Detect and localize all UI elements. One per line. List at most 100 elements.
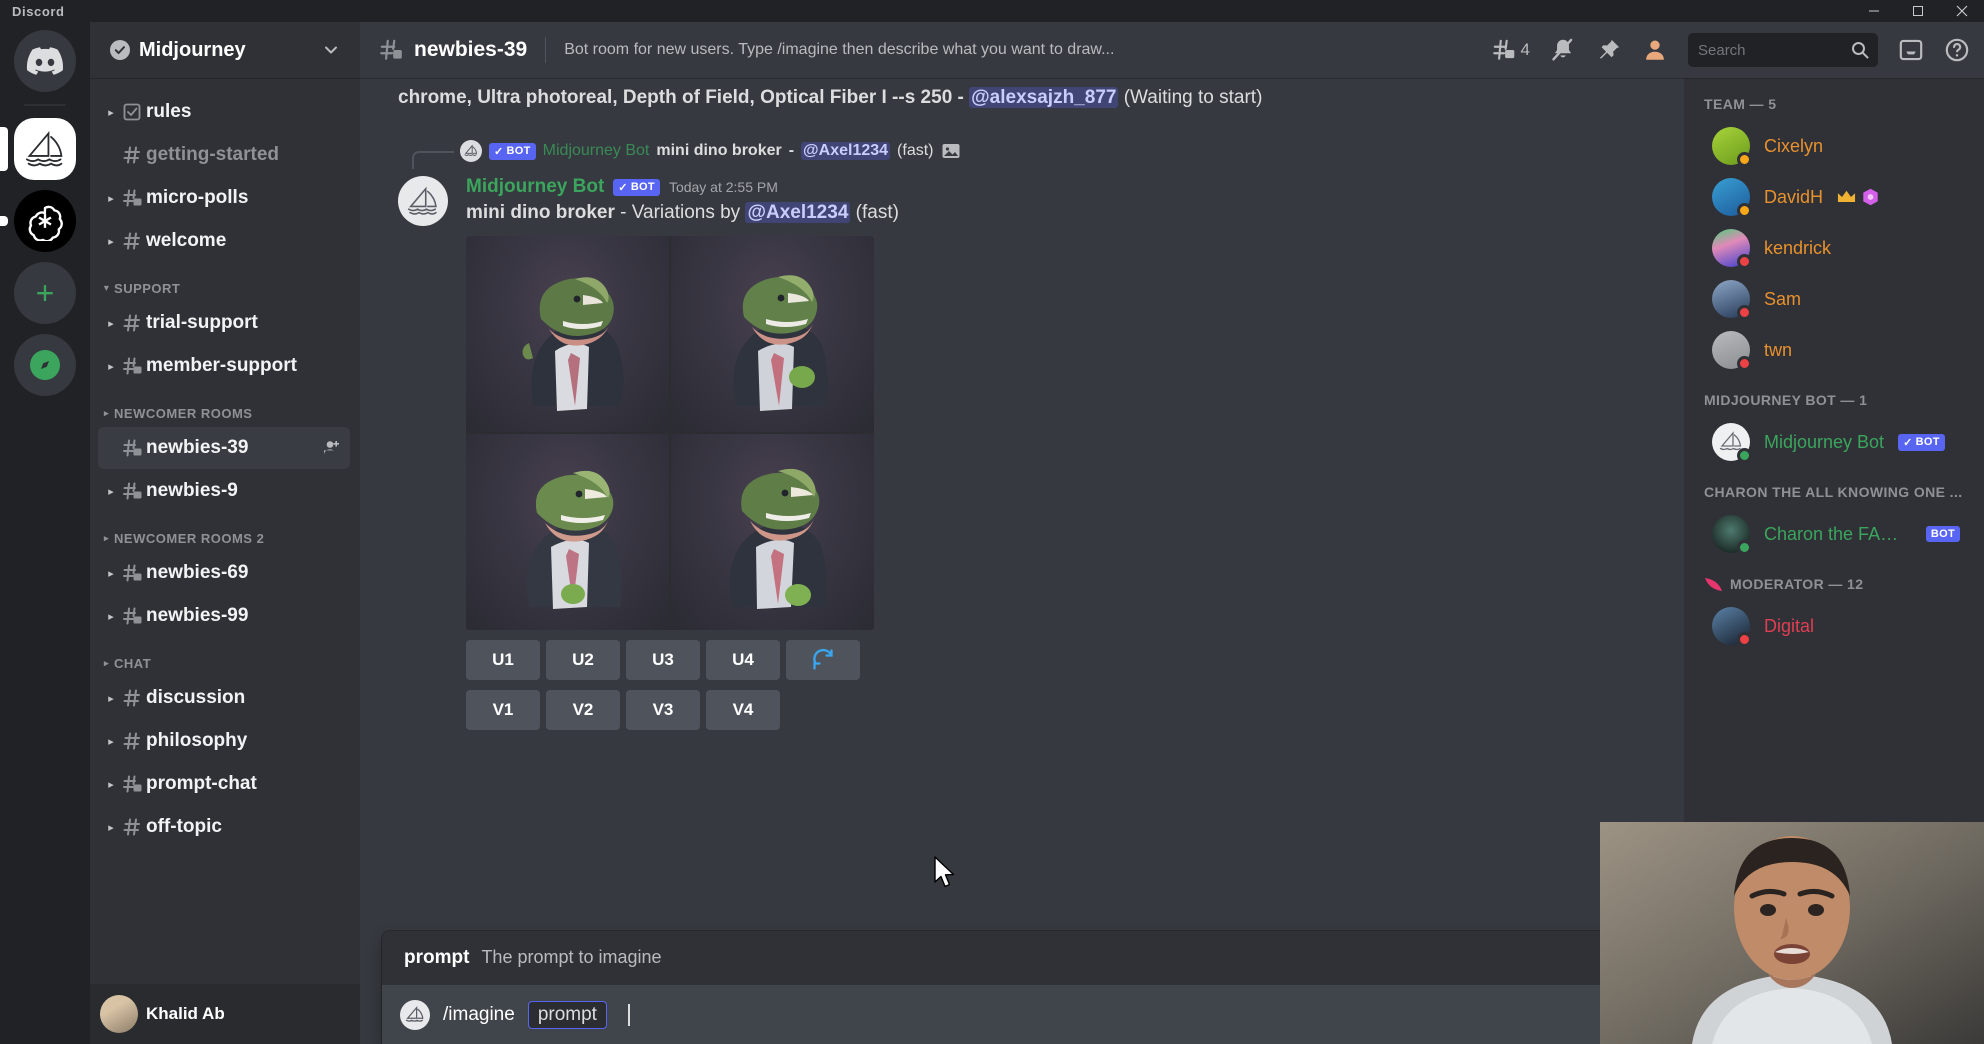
- maximize-button[interactable]: [1896, 0, 1940, 22]
- grid-cell-3[interactable]: [466, 434, 669, 630]
- member-row-cixelyn[interactable]: Cixelyn: [1692, 121, 1976, 171]
- upscale-3-button[interactable]: U3: [626, 640, 700, 680]
- minimize-button[interactable]: [1852, 0, 1896, 22]
- grid-cell-4[interactable]: [671, 434, 874, 630]
- guild-header-button[interactable]: Midjourney: [90, 22, 360, 78]
- variation-1-button[interactable]: V1: [466, 690, 540, 730]
- variation-4-button[interactable]: V4: [706, 690, 780, 730]
- message-prompt-text: mini dino broker: [466, 202, 615, 223]
- member-row-sam[interactable]: Sam: [1692, 274, 1976, 324]
- message-composer[interactable]: /imagine prompt 😃: [382, 986, 1662, 1044]
- search-icon: [1850, 40, 1870, 60]
- members-icon: [1642, 37, 1668, 63]
- avatar[interactable]: [1712, 515, 1752, 555]
- variation-3-button[interactable]: V3: [626, 690, 700, 730]
- upscale-4-button[interactable]: U4: [706, 640, 780, 680]
- sidebar-channel-newbies-69[interactable]: ▸ newbies-69: [98, 552, 350, 594]
- avatar[interactable]: [1712, 423, 1752, 463]
- avatar[interactable]: [1712, 607, 1752, 647]
- bell-off-icon: [1550, 37, 1576, 63]
- reply-reference[interactable]: ✓ BOT Midjourney Bot mini dino broker - @…: [360, 138, 1684, 169]
- channel-category-support[interactable]: ▸ SUPPORT: [90, 263, 360, 301]
- gem-icon: [1862, 188, 1879, 206]
- sidebar-channel-rules[interactable]: ▸ rules: [98, 91, 350, 133]
- reply-author-name[interactable]: Midjourney Bot: [543, 142, 650, 160]
- verified-check-icon: [110, 40, 130, 60]
- member-row-twn[interactable]: twn: [1692, 325, 1976, 375]
- search-input[interactable]: [1698, 41, 1850, 59]
- member-row-digital[interactable]: Digital: [1692, 601, 1976, 651]
- sidebar-channel-trial-support[interactable]: ▸ trial-support: [98, 302, 350, 344]
- notification-settings-button[interactable]: [1550, 37, 1576, 63]
- reply-speed-label: (fast): [897, 142, 934, 159]
- avatar[interactable]: [1712, 127, 1752, 167]
- mention-user[interactable]: @Axel1234: [801, 142, 891, 160]
- rail-item-add-server[interactable]: +: [14, 262, 76, 324]
- sidebar-channel-newbies-9[interactable]: ▸ newbies-9: [98, 470, 350, 512]
- slash-command-label: /imagine: [443, 1004, 515, 1025]
- member-row-davidh[interactable]: DavidH: [1692, 172, 1976, 222]
- status-badge: [1737, 203, 1752, 218]
- search-box[interactable]: [1688, 33, 1878, 67]
- command-argument-chip[interactable]: prompt: [527, 1001, 607, 1029]
- grid-cell-2[interactable]: [671, 236, 874, 432]
- variation-2-button[interactable]: V2: [546, 690, 620, 730]
- rail-selected-pill: [0, 127, 8, 171]
- help-button[interactable]: [1944, 37, 1970, 63]
- add-member-icon[interactable]: [322, 438, 342, 458]
- mention-user[interactable]: @alexsajzh_877: [969, 87, 1119, 108]
- channel-group-default: ▸ rules getting-started ▸ micro-polls ▸ …: [90, 91, 360, 262]
- channel-label: newbies-99: [146, 605, 249, 626]
- grid-cell-1[interactable]: [466, 236, 669, 432]
- sidebar-channel-prompt-chat[interactable]: ▸ prompt-chat: [98, 763, 350, 805]
- sidebar-channel-newbies-99[interactable]: ▸ newbies-99: [98, 595, 350, 637]
- rail-item-home-discord[interactable]: [14, 30, 76, 92]
- current-user-bar[interactable]: Khalid Ab: [90, 984, 360, 1044]
- avatar[interactable]: [398, 176, 448, 226]
- inbox-button[interactable]: [1898, 37, 1924, 63]
- hash-thread-icon: [118, 187, 146, 209]
- rail-item-server-midjourney[interactable]: [0, 118, 76, 180]
- sidebar-channel-discussion[interactable]: ▸ discussion: [98, 677, 350, 719]
- member-name: Cixelyn: [1764, 135, 1824, 156]
- sidebar-channel-member-support[interactable]: ▸ member-support: [98, 345, 350, 387]
- avatar[interactable]: [1712, 178, 1752, 218]
- mention-user[interactable]: @Axel1234: [745, 202, 851, 223]
- window-titlebar: Discord: [0, 0, 1984, 22]
- avatar[interactable]: [1712, 280, 1752, 320]
- upscale-2-button[interactable]: U2: [546, 640, 620, 680]
- sidebar-channel-off-topic[interactable]: ▸ off-topic: [98, 806, 350, 848]
- sidebar-channel-getting-started[interactable]: getting-started: [98, 134, 350, 176]
- member-row-midjourney-bot[interactable]: Midjourney Bot ✓ BOT: [1692, 417, 1976, 467]
- close-button[interactable]: [1940, 0, 1984, 22]
- channel-label: prompt-chat: [146, 773, 257, 794]
- image-grid[interactable]: [466, 236, 874, 630]
- message-list[interactable]: chrome, Ultra photoreal, Depth of Field,…: [360, 78, 1684, 1044]
- image-grid-attachment[interactable]: [466, 236, 874, 630]
- sidebar-channel-welcome[interactable]: ▸ welcome: [98, 220, 350, 262]
- sidebar-channel-micro-polls[interactable]: ▸ micro-polls: [98, 177, 350, 219]
- rail-item-server-openai[interactable]: [0, 190, 76, 252]
- sidebar-channel-philosophy[interactable]: ▸ philosophy: [98, 720, 350, 762]
- avatar[interactable]: [1712, 331, 1752, 371]
- channel-category-newcomer-rooms-2[interactable]: ▸ NEWCOMER ROOMS 2: [90, 513, 360, 551]
- sidebar-channel-newbies-39[interactable]: newbies-39: [98, 427, 350, 469]
- hash-icon: [118, 816, 146, 838]
- message-author-name[interactable]: Midjourney Bot: [466, 176, 604, 198]
- reroll-button[interactable]: [786, 640, 860, 680]
- avatar[interactable]: [100, 995, 138, 1033]
- threads-button[interactable]: 4: [1491, 37, 1530, 63]
- channel-category-chat[interactable]: ▸ CHAT: [90, 638, 360, 676]
- member-list-toggle-button[interactable]: [1642, 37, 1668, 63]
- member-name: DavidH: [1764, 186, 1824, 207]
- upscale-1-button[interactable]: U1: [466, 640, 540, 680]
- avatar[interactable]: [1712, 229, 1752, 269]
- status-badge: [1737, 448, 1752, 463]
- slash-command-panel: prompt The prompt to imagine /imagine pr…: [382, 931, 1662, 1044]
- channel-category-newcomer-rooms[interactable]: ▸ NEWCOMER ROOMS: [90, 388, 360, 426]
- member-row-charon[interactable]: Charon the FAQ ... BOT: [1692, 509, 1976, 559]
- channel-list[interactable]: ▸ rules getting-started ▸ micro-polls ▸ …: [90, 78, 360, 1044]
- rail-item-explore-servers[interactable]: [14, 334, 76, 396]
- pinned-messages-button[interactable]: [1596, 37, 1622, 63]
- member-row-kendrick[interactable]: kendrick: [1692, 223, 1976, 273]
